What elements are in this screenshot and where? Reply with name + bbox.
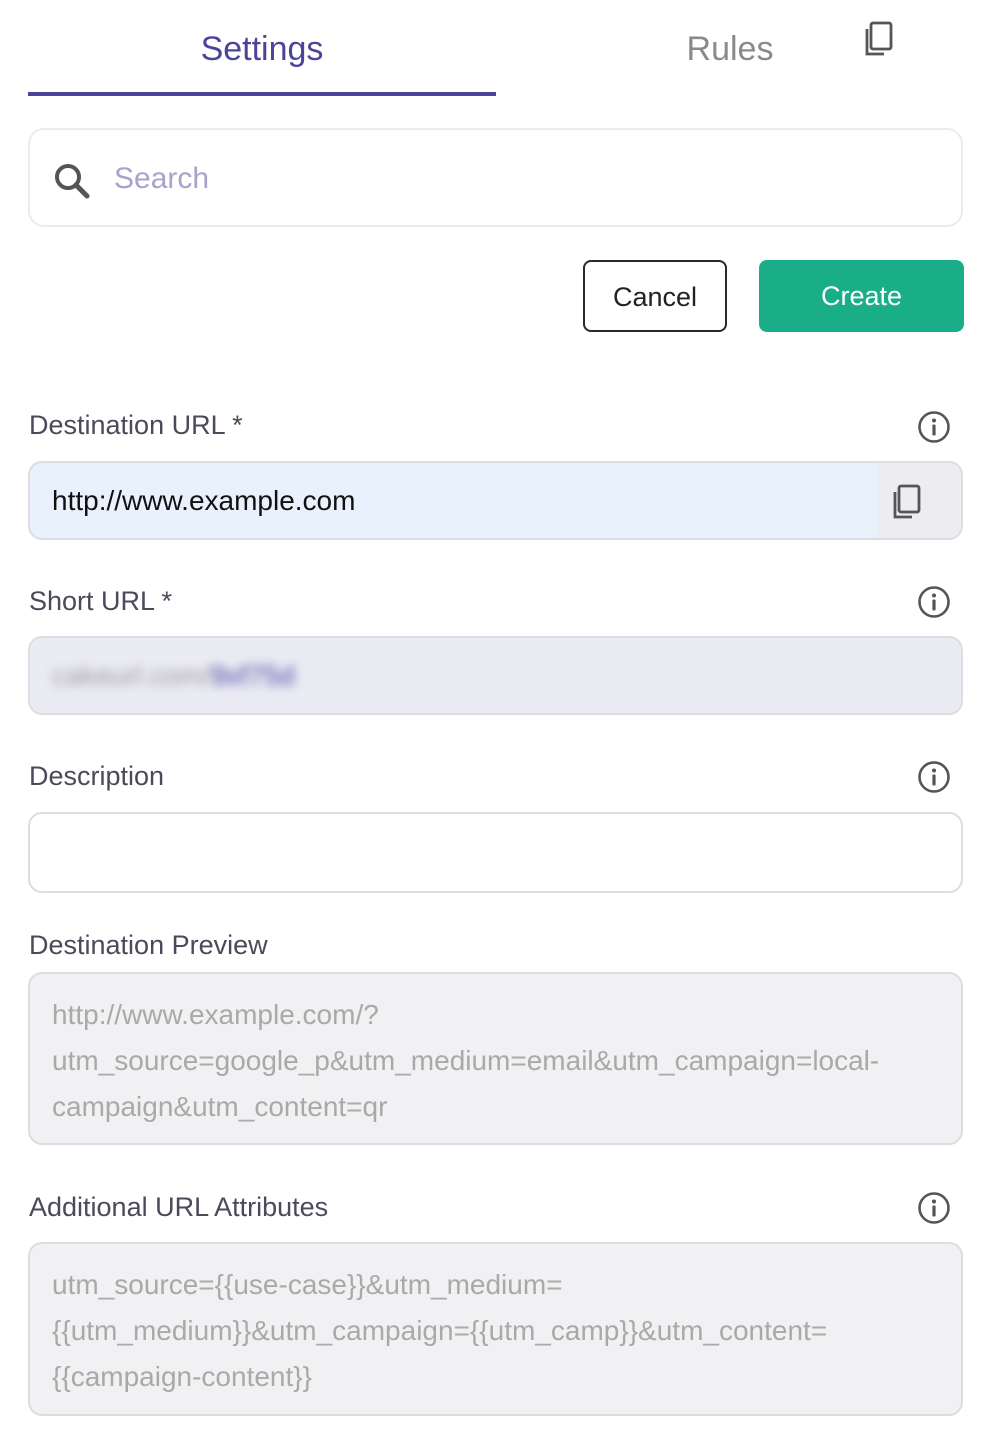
tab-settings[interactable]: Settings	[28, 0, 496, 96]
short-url-info-icon[interactable]	[917, 585, 951, 619]
preview-line: campaign&utm_content=qr	[52, 1091, 388, 1122]
short-url-label: Short URL *	[29, 586, 173, 616]
preview-line: http://www.example.com/?	[52, 999, 379, 1030]
destination-preview-box: http://www.example.com/? utm_source=goog…	[28, 972, 963, 1145]
destination-url-value[interactable]: http://www.example.com	[52, 463, 355, 538]
description-info-icon[interactable]	[917, 760, 951, 794]
additional-url-attributes-text[interactable]: utm_source={{use-case}}&utm_medium= {{ut…	[52, 1262, 931, 1400]
additional-url-attributes-box[interactable]: utm_source={{use-case}}&utm_medium= {{ut…	[28, 1242, 963, 1416]
description-input[interactable]	[30, 814, 961, 891]
preview-line: utm_source=google_p&utm_medium=email&utm…	[52, 1045, 880, 1076]
cancel-button[interactable]: Cancel	[583, 260, 727, 332]
create-button[interactable]: Create	[759, 260, 964, 332]
copy-icon[interactable]	[890, 483, 924, 521]
short-url-field: cakeurl.com/9xf75d	[28, 636, 963, 715]
short-url-slug: 9xf75d	[210, 660, 295, 691]
description-label: Description	[29, 761, 165, 791]
destination-url-field[interactable]: http://www.example.com	[28, 461, 963, 540]
description-field	[28, 812, 963, 893]
active-tab-indicator	[28, 92, 496, 96]
search-box	[28, 128, 963, 227]
tab-bar: Settings Rules	[28, 0, 963, 96]
destination-preview-label: Destination Preview	[29, 930, 268, 960]
destination-url-label: Destination URL *	[29, 410, 243, 440]
destination-url-info-icon[interactable]	[917, 410, 951, 444]
attributes-line: {{utm_medium}}&utm_campaign={{utm_camp}}…	[52, 1315, 828, 1346]
additional-attributes-info-icon[interactable]	[917, 1191, 951, 1225]
search-input[interactable]	[114, 150, 934, 208]
short-url-domain: cakeurl.com/	[52, 660, 211, 691]
destination-url-copy-area[interactable]	[877, 463, 961, 538]
destination-preview-text: http://www.example.com/? utm_source=goog…	[52, 992, 931, 1130]
short-url-value: cakeurl.com/9xf75d	[52, 638, 295, 713]
attributes-line: {{campaign-content}}	[52, 1361, 312, 1392]
additional-url-attributes-label: Additional URL Attributes	[29, 1192, 329, 1222]
attributes-line: utm_source={{use-case}}&utm_medium=	[52, 1269, 563, 1300]
short-url-copy-icon[interactable]	[862, 20, 896, 58]
search-icon	[55, 164, 90, 199]
